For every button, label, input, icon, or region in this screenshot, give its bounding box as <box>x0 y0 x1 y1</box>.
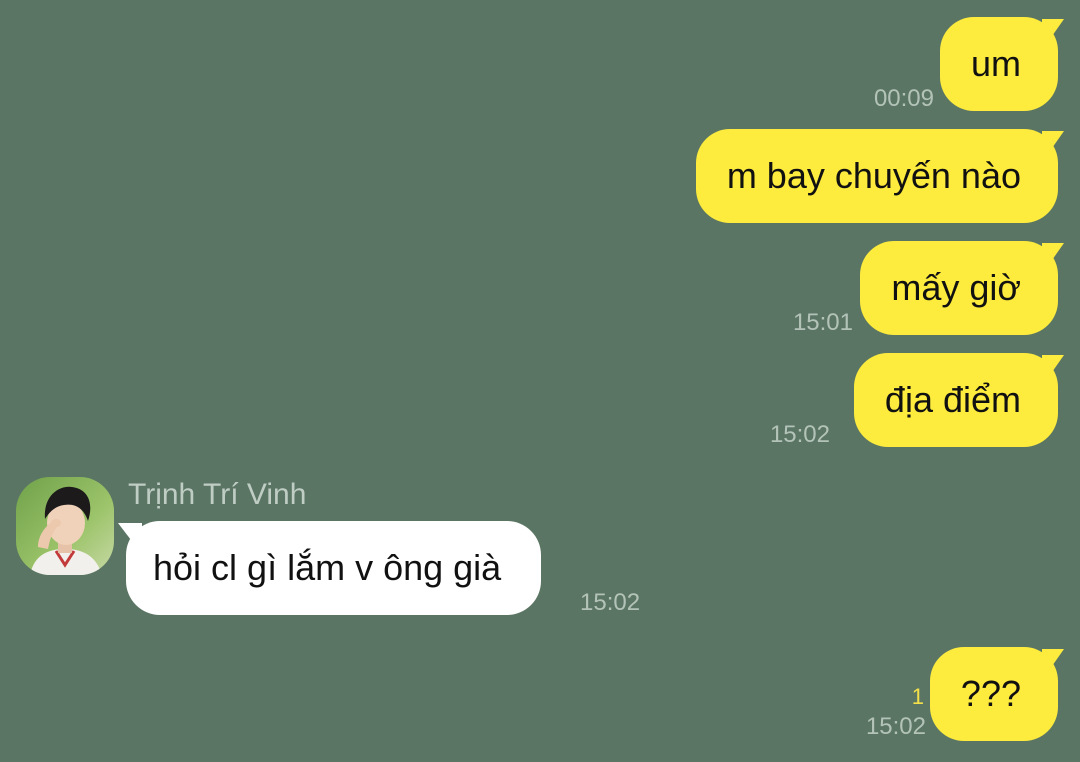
outgoing-message-bubble[interactable]: m bay chuyến nào <box>695 129 1058 223</box>
outgoing-message-bubble[interactable]: um <box>939 17 1058 111</box>
message-text: hỏi cl gì lắm v ông già <box>153 547 502 588</box>
message-timestamp: 00:09 <box>873 85 934 112</box>
chat-message-list[interactable]: um 00:09 m bay chuyến nào mấy giờ 15:01 … <box>0 0 1080 762</box>
message-text: um <box>970 43 1021 84</box>
outgoing-message-bubble[interactable]: mấy giờ <box>860 241 1058 335</box>
message-timestamp: 15:02 <box>865 713 926 740</box>
message-text: m bay chuyến nào <box>726 155 1021 196</box>
sender-name[interactable]: Trịnh Trí Vinh <box>128 478 306 512</box>
message-timestamp: 15:01 <box>792 309 853 336</box>
user-avatar-photo[interactable] <box>16 477 114 575</box>
outgoing-message-bubble[interactable]: địa điểm <box>853 353 1058 447</box>
message-timestamp: 15:02 <box>580 589 641 616</box>
unread-count: 1 <box>911 684 924 709</box>
avatar-image <box>16 477 114 575</box>
message-text: mấy giờ <box>891 267 1021 308</box>
incoming-message-bubble[interactable]: hỏi cl gì lắm v ông già <box>126 521 542 615</box>
outgoing-message-bubble[interactable]: ??? <box>929 647 1058 741</box>
message-timestamp: 15:02 <box>769 421 830 448</box>
message-text: ??? <box>960 673 1021 714</box>
message-text: địa điểm <box>884 379 1021 420</box>
